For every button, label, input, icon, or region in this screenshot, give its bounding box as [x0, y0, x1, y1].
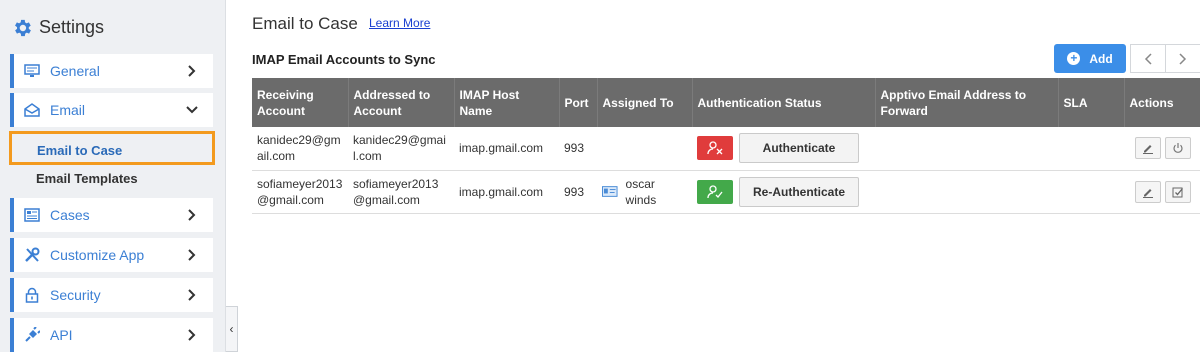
sidebar-item-email[interactable]: Email: [10, 93, 213, 127]
actions-cell: [1124, 170, 1200, 213]
add-button[interactable]: + Add: [1054, 44, 1126, 73]
sidebar-header: Settings: [0, 0, 225, 55]
sidebar-subitem-label: Email to Case: [37, 143, 123, 158]
sidebar-item-api[interactable]: API: [10, 318, 213, 352]
sidebar-item-customize-app[interactable]: Customize App: [10, 238, 213, 272]
settings-sidebar: Settings General Email Email to Case Ema…: [0, 0, 226, 352]
disable-button[interactable]: [1165, 137, 1191, 160]
learn-more-link[interactable]: Learn More: [369, 16, 430, 30]
sidebar-item-label: Cases: [50, 207, 90, 223]
checkbox-check-icon: [1172, 187, 1183, 197]
forward-address-cell: [875, 127, 1058, 170]
contact-card-icon: [602, 186, 618, 197]
assigned-to-cell: [597, 127, 692, 170]
port-cell: 993: [564, 184, 585, 199]
plug-icon: [24, 327, 40, 343]
receiving-account-cell: sofiameyer2013@gmail.com: [257, 176, 343, 207]
section-title: IMAP Email Accounts to Sync: [252, 52, 436, 67]
assigned-to-cell: oscar winds: [597, 170, 692, 213]
column-header[interactable]: Port: [559, 78, 598, 127]
authenticated-status-icon: [697, 179, 733, 204]
assigned-to-name[interactable]: oscar winds: [626, 176, 687, 208]
table-row: kanidec29@gmail.com kanidec29@gmail.com …: [252, 127, 1200, 170]
chevron-right-icon: [185, 288, 199, 302]
chevron-right-icon: [185, 208, 199, 222]
next-page-button[interactable]: [1165, 44, 1200, 73]
column-header[interactable]: Apptivo Email Address to Forward: [875, 78, 1059, 127]
authentication-status-cell: Re-Authenticate: [692, 170, 875, 213]
sidebar-item-label: Security: [50, 287, 101, 303]
page-title: Email to Case: [252, 14, 358, 33]
imap-host-cell: imap.gmail.com: [459, 184, 544, 199]
receiving-account-cell: kanidec29@gmail.com: [257, 133, 341, 164]
sidebar-item-label: General: [50, 63, 100, 79]
pencil-icon: [1143, 188, 1153, 198]
table-header-row: Receiving Account Addressed to Account I…: [252, 78, 1200, 127]
port-cell: 993: [564, 141, 585, 156]
chevron-down-icon: [185, 103, 199, 117]
edit-button[interactable]: [1135, 180, 1161, 203]
column-header[interactable]: IMAP Host Name: [454, 78, 560, 127]
edit-button[interactable]: [1135, 137, 1161, 160]
sla-cell: [1058, 170, 1124, 213]
imap-accounts-table: Receiving Account Addressed to Account I…: [252, 78, 1200, 214]
authenticate-button[interactable]: Authenticate: [739, 133, 859, 164]
column-header[interactable]: Addressed to Account: [348, 78, 455, 127]
column-header: Actions: [1129, 95, 1174, 110]
add-button-label: Add: [1089, 51, 1113, 66]
pencil-icon: [1143, 145, 1153, 155]
chevron-left-icon: [1144, 52, 1152, 65]
authentication-status-cell: Authenticate: [692, 127, 875, 170]
addressed-account-cell: kanidec29@gmail.com: [353, 133, 446, 164]
column-header[interactable]: Assigned To: [597, 78, 693, 127]
column-header[interactable]: Authentication Status: [692, 78, 876, 127]
tools-icon: [24, 247, 40, 263]
main-content: Email to Case Learn More IMAP Email Acco…: [252, 0, 1200, 352]
lock-icon: [24, 287, 40, 303]
sidebar-item-label: Customize App: [50, 247, 145, 263]
forward-address-cell: [875, 170, 1058, 213]
column-header[interactable]: Receiving Account: [252, 78, 349, 127]
unauthenticated-status-icon: [697, 136, 733, 161]
column-header[interactable]: SLA: [1058, 78, 1125, 127]
chevron-right-icon: [1179, 52, 1187, 65]
sidebar-item-general[interactable]: General: [10, 54, 213, 88]
actions-cell: [1124, 127, 1200, 170]
gear-icon: [15, 19, 31, 36]
cases-icon: [24, 207, 40, 223]
sidebar-subitem-email-templates[interactable]: Email Templates: [36, 171, 138, 186]
sidebar-item-label: API: [50, 327, 73, 343]
table-row: sofiameyer2013@gmail.com sofiameyer2013@…: [252, 170, 1200, 213]
chevron-right-icon: [185, 248, 199, 262]
sidebar-item-label: Email: [50, 102, 86, 118]
chevron-right-icon: [185, 64, 199, 78]
sidebar-item-cases[interactable]: Cases: [10, 198, 213, 232]
imap-host-cell: imap.gmail.com: [459, 141, 544, 156]
sidebar-item-security[interactable]: Security: [10, 278, 213, 312]
plus-icon: +: [1067, 52, 1081, 65]
power-icon: [1173, 143, 1183, 154]
sidebar-subitem-email-to-case[interactable]: Email to Case: [9, 131, 215, 165]
addressed-account-cell: sofiameyer2013@gmail.com: [353, 176, 439, 207]
sla-cell: [1058, 127, 1124, 170]
re-authenticate-button[interactable]: Re-Authenticate: [739, 176, 859, 207]
chevron-right-icon: [185, 328, 199, 342]
envelope-icon: [24, 102, 40, 118]
monitor-icon: [24, 63, 40, 79]
sidebar-title: Settings: [39, 17, 105, 37]
previous-page-button[interactable]: [1130, 44, 1166, 73]
enable-button[interactable]: [1165, 180, 1191, 203]
sidebar-collapse-button[interactable]: ‹: [226, 306, 238, 352]
